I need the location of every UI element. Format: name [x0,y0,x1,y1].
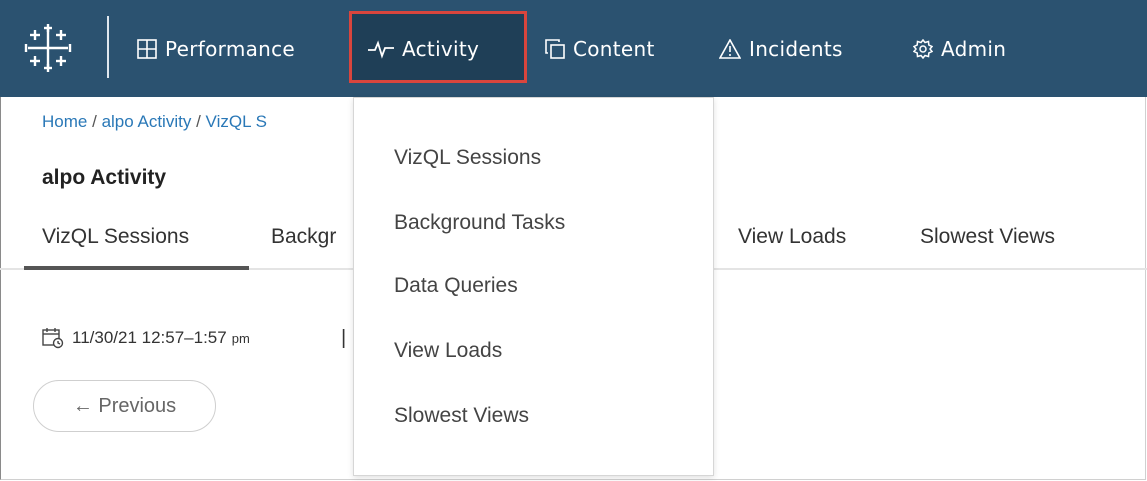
pulse-icon [368,39,394,59]
gear-icon [913,38,933,59]
breadcrumb-home[interactable]: Home [42,112,87,131]
nav-content[interactable]: Content [545,0,655,97]
tab-view-loads[interactable]: View Loads [738,225,846,249]
nav-activity-label: Activity [402,36,480,61]
selected-tab-indicator [24,266,249,270]
nav-incidents[interactable]: Incidents [719,0,843,97]
nav-content-label: Content [573,36,655,61]
tab-background-tasks[interactable]: Backgr [271,225,336,249]
menu-item-data-queries[interactable]: Data Queries [394,274,518,298]
tableau-logo-icon[interactable] [22,22,74,74]
breadcrumb-separator: / [196,112,201,131]
date-range-suffix: pm [231,330,250,346]
grid-icon [137,38,157,59]
calendar-clock-icon [42,327,64,349]
breadcrumb-current[interactable]: VizQL S [206,112,267,131]
date-range-picker[interactable]: 11/30/21 12:57–1:57 pm [42,327,250,349]
nav-performance[interactable]: Performance [137,0,295,97]
warning-icon [719,38,741,59]
date-range-value: 11/30/21 12:57–1:57 [72,328,227,347]
nav-incidents-label: Incidents [749,36,843,61]
breadcrumb-separator: / [92,112,97,131]
top-navigation-bar: Performance Activity Content Incidents A… [0,0,1147,97]
menu-item-vizql-sessions[interactable]: VizQL Sessions [394,146,541,170]
nav-divider [107,16,109,78]
nav-activity[interactable]: Activity [368,0,479,97]
tab-vizql-sessions[interactable]: VizQL Sessions [42,225,189,249]
previous-button[interactable]: ← Previous [33,380,216,432]
breadcrumb-section[interactable]: alpo Activity [102,112,192,131]
tab-slowest-views[interactable]: Slowest Views [920,225,1055,249]
separator-pipe: | [341,327,347,349]
breadcrumb: Home / alpo Activity / VizQL S [42,112,267,132]
activity-dropdown-menu: VizQL Sessions Background Tasks Data Que… [353,97,714,476]
copy-icon [545,38,565,59]
menu-item-slowest-views[interactable]: Slowest Views [394,404,529,428]
nav-admin-label: Admin [941,36,1007,61]
page-title: alpo Activity [42,166,167,189]
nav-performance-label: Performance [165,36,296,61]
menu-item-view-loads[interactable]: View Loads [394,339,502,363]
menu-item-background-tasks[interactable]: Background Tasks [394,211,565,235]
nav-admin[interactable]: Admin [913,0,1006,97]
